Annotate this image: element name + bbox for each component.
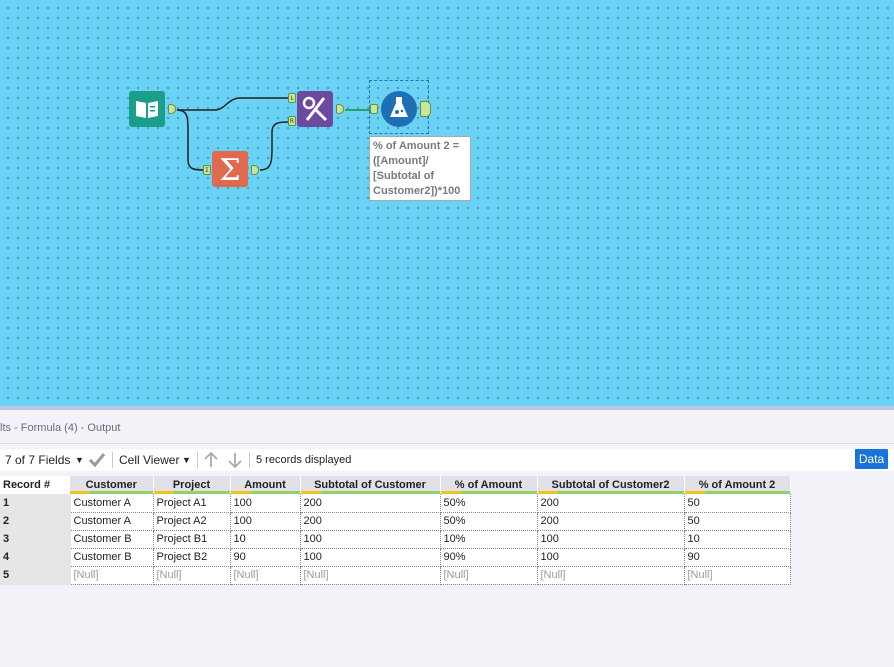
table-cell[interactable]: 200 (300, 494, 441, 513)
arrow-up-icon[interactable] (203, 449, 219, 471)
join-tool[interactable] (297, 91, 333, 127)
sigma-icon: Σ (219, 153, 240, 187)
table-cell[interactable]: 100 (300, 530, 441, 549)
table-cell[interactable]: Customer B (70, 548, 154, 567)
cell-viewer-dropdown-icon[interactable]: ▼ (182, 449, 191, 471)
arrow-down-icon[interactable] (227, 449, 243, 471)
toolbar-separator (249, 452, 250, 468)
table-row: 1 Customer A Project A1 100 200 50% 200 … (0, 494, 791, 513)
table-cell[interactable]: 200 (537, 494, 685, 513)
column-header-customer[interactable]: Customer (70, 476, 154, 494)
table-cell[interactable]: 200 (537, 512, 685, 531)
join-left-anchor[interactable]: L (288, 93, 296, 103)
table-cell[interactable]: 50 (684, 494, 791, 513)
table-header-row: Record # Customer Project Amount Subtota… (0, 476, 791, 494)
results-toolbar: 7 of 7 Fields ▼ Cell Viewer ▼ 5 records … (0, 449, 894, 471)
record-number: 2 (0, 512, 71, 531)
table-cell[interactable]: Customer A (70, 512, 154, 531)
table-row: 4 Customer B Project B2 90 100 90% 100 9… (0, 548, 791, 567)
table-row: 2 Customer A Project A2 100 200 50% 200 … (0, 512, 791, 531)
toolbar-separator (112, 452, 113, 468)
record-number-header: Record # (0, 476, 70, 494)
formula-annotation: % of Amount 2 = ([Amount]/ [Subtotal of … (369, 136, 471, 201)
column-header-subtotal-of-customer2[interactable]: Subtotal of Customer2 (537, 476, 685, 494)
records-count: 5 records displayed (256, 454, 352, 466)
formula-input-anchor[interactable] (370, 104, 378, 114)
table-row: 5 [Null] [Null] [Null] [Null] [Null] [Nu… (0, 566, 791, 585)
formula-output-anchor[interactable] (420, 101, 431, 117)
table-cell[interactable]: Project B2 (153, 548, 231, 567)
results-divider (0, 443, 894, 444)
data-button[interactable]: Data (855, 449, 888, 469)
table-cell[interactable]: 200 (300, 512, 441, 531)
svg-text:Σ: Σ (219, 153, 240, 187)
column-header-percent-of-amount[interactable]: % of Amount (440, 476, 538, 494)
column-header-amount[interactable]: Amount (230, 476, 301, 494)
table-cell[interactable]: 100 (537, 548, 685, 567)
table-row: 3 Customer B Project B1 10 100 10% 100 1… (0, 530, 791, 549)
results-title: lts - Formula (4) - Output (0, 422, 121, 434)
workflow-canvas[interactable]: Σ Σ L R % of Amount 2 = ([Amount]/ [Subt… (0, 0, 894, 408)
check-icon[interactable] (88, 449, 106, 471)
summarize-tool[interactable]: Σ (212, 151, 248, 187)
fields-selector[interactable]: 7 of 7 Fields (5, 449, 70, 471)
table-cell[interactable]: 90% (440, 548, 538, 567)
record-number: 5 (0, 566, 71, 585)
table-cell[interactable]: [Null] (440, 566, 538, 585)
table-cell[interactable]: 90 (684, 548, 791, 567)
table-cell[interactable]: 100 (230, 494, 301, 513)
table-cell[interactable]: Project A2 (153, 512, 231, 531)
cell-viewer-button[interactable]: Cell Viewer (119, 449, 179, 471)
table-cell[interactable]: 100 (537, 530, 685, 549)
column-header-project[interactable]: Project (153, 476, 231, 494)
table-cell[interactable]: 50% (440, 494, 538, 513)
table-cell[interactable]: [Null] (537, 566, 685, 585)
canvas-splitter[interactable] (0, 406, 894, 410)
table-cell[interactable]: 10 (230, 530, 301, 549)
toolbar-separator (197, 452, 198, 468)
table-cell[interactable]: Project B1 (153, 530, 231, 549)
column-header-subtotal-of-customer[interactable]: Subtotal of Customer (300, 476, 441, 494)
table-cell[interactable]: 10 (684, 530, 791, 549)
table-cell[interactable]: Customer A (70, 494, 154, 513)
record-number: 4 (0, 548, 71, 567)
table-cell[interactable]: 50 (684, 512, 791, 531)
table-cell[interactable]: Customer B (70, 530, 154, 549)
join-right-anchor[interactable]: R (288, 116, 296, 126)
summarize-input-anchor[interactable]: Σ (203, 165, 211, 175)
table-cell[interactable]: 90 (230, 548, 301, 567)
table-cell[interactable]: [Null] (684, 566, 791, 585)
book-icon (136, 101, 158, 118)
table-cell[interactable]: Project A1 (153, 494, 231, 513)
table-cell[interactable]: [Null] (230, 566, 301, 585)
table-cell[interactable]: 50% (440, 512, 538, 531)
input-data-tool[interactable] (129, 91, 165, 127)
table-cell[interactable]: 100 (230, 512, 301, 531)
fields-dropdown-icon[interactable]: ▼ (75, 449, 84, 471)
results-table: Record # Customer Project Amount Subtota… (0, 476, 791, 585)
record-number: 3 (0, 530, 71, 549)
connection-wires (176, 97, 372, 171)
table-cell[interactable]: [Null] (153, 566, 231, 585)
table-cell[interactable]: 10% (440, 530, 538, 549)
record-number: 1 (0, 494, 71, 513)
table-cell[interactable]: 100 (300, 548, 441, 567)
table-cell[interactable]: [Null] (70, 566, 154, 585)
percent-icon (302, 96, 328, 122)
table-cell[interactable]: [Null] (300, 566, 441, 585)
column-header-percent-of-amount-2[interactable]: % of Amount 2 (684, 476, 791, 494)
